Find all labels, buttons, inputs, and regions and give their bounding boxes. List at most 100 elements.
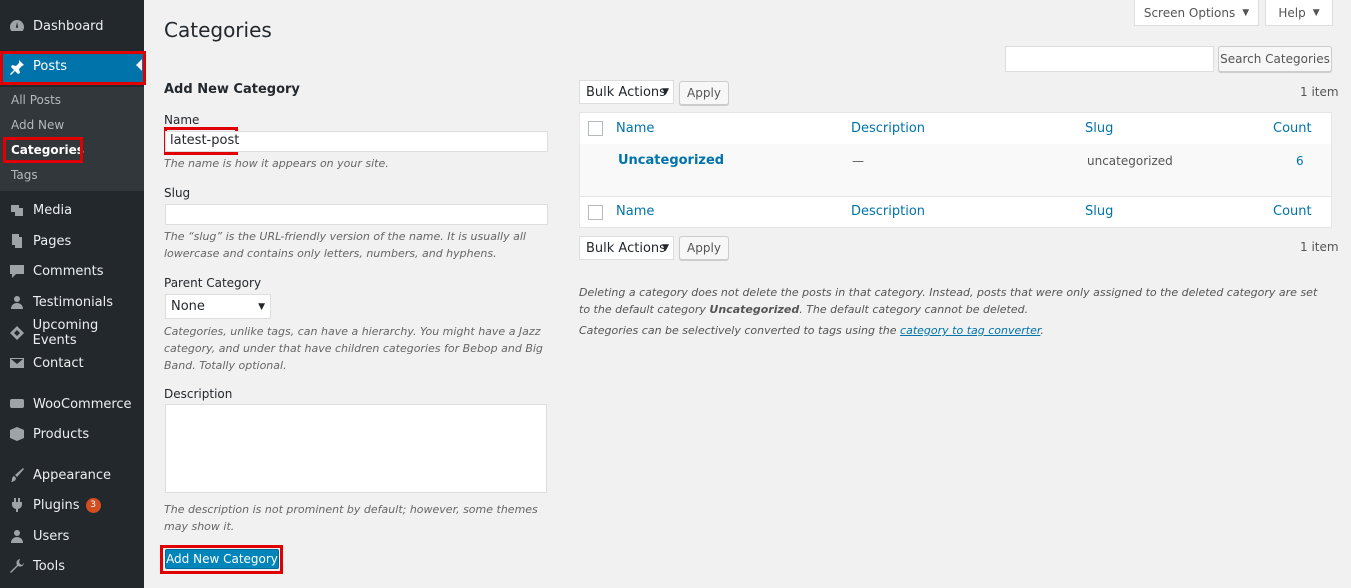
sidebar-item-label: Tools: [33, 558, 66, 574]
description-textarea[interactable]: [165, 404, 547, 493]
add-new-category-button[interactable]: Add New Category: [165, 549, 279, 569]
plugins-update-badge: 3: [85, 497, 101, 513]
sidebar-item-dashboard[interactable]: Dashboard: [0, 11, 144, 41]
sidebar-item-upcoming-events[interactable]: Upcoming Events: [0, 318, 144, 348]
apply-button-top[interactable]: Apply: [679, 81, 729, 105]
sidebar-item-tools[interactable]: Tools: [0, 551, 144, 581]
convert-note: Categories can be selectively converted …: [579, 322, 1339, 339]
row-description: —: [852, 154, 864, 168]
caret-down-icon: ▼: [1242, 7, 1250, 18]
user-icon: [8, 293, 26, 311]
table-row: [579, 144, 1332, 196]
sidebar-item-label: Posts: [33, 59, 67, 74]
select-all-checkbox[interactable]: [588, 121, 603, 136]
name-field-value: latest-post: [170, 133, 240, 148]
delete-note: Deleting a category does not delete the …: [579, 284, 1331, 318]
screen-options-button[interactable]: Screen Options ▼: [1134, 0, 1259, 26]
slug-field[interactable]: [165, 204, 548, 225]
woo-icon: [8, 395, 26, 413]
current-menu-arrow: [136, 59, 142, 71]
parent-help: Categories, unlike tags, can have a hier…: [164, 325, 543, 372]
submenu-add-new[interactable]: Add New: [11, 118, 64, 132]
submenu-all-posts[interactable]: All Posts: [11, 93, 61, 107]
name-label: Name: [164, 113, 200, 127]
bulk-actions-value: Bulk Actions: [586, 240, 666, 256]
sidebar-item-comments[interactable]: Comments: [0, 256, 144, 286]
column-name[interactable]: Name: [616, 121, 654, 136]
sidebar-item-testimonials[interactable]: Testimonials: [0, 287, 144, 317]
sidebar-item-label: Upcoming Events: [32, 318, 99, 348]
delete-note-end: . The default category cannot be deleted…: [799, 303, 1029, 316]
description-label: Description: [164, 387, 233, 401]
wrench-icon: [8, 557, 26, 575]
sidebar-item-label: Comments: [33, 263, 104, 279]
sidebar-item-label: Dashboard: [33, 18, 104, 34]
sidebar-item-plugins[interactable]: Plugins 3: [0, 490, 144, 520]
box-icon: [8, 425, 26, 443]
comments-icon: [8, 262, 26, 280]
parent-category-select[interactable]: None ▼: [165, 294, 271, 319]
bulk-actions-select-bottom[interactable]: Bulk Actions ▼: [579, 236, 674, 260]
submenu-categories[interactable]: Categories: [11, 143, 84, 157]
select-all-checkbox-footer[interactable]: [588, 205, 603, 220]
column-slug-footer[interactable]: Slug: [1085, 204, 1113, 219]
item-count-top: 1 item: [1300, 85, 1339, 99]
column-count-footer[interactable]: Count: [1273, 204, 1312, 219]
delete-note-bold: Uncategorized: [709, 303, 800, 316]
sidebar-item-woocommerce[interactable]: WooCommerce: [0, 389, 144, 419]
brush-icon: [8, 466, 26, 484]
bulk-actions-select-top[interactable]: Bulk Actions ▼: [579, 80, 674, 104]
column-name-footer[interactable]: Name: [616, 204, 654, 219]
row-slug: uncategorized: [1087, 154, 1173, 168]
sidebar-item-users[interactable]: Users: [0, 521, 144, 551]
table-footer: [579, 196, 1332, 228]
tag-icon: [8, 324, 26, 342]
sidebar-item-pages[interactable]: Pages: [0, 226, 144, 256]
sidebar-item-appearance[interactable]: Appearance: [0, 460, 144, 490]
sidebar-item-label: Contact: [33, 355, 84, 371]
search-input[interactable]: [1005, 46, 1214, 72]
sidebar-item-media[interactable]: Media: [0, 195, 144, 225]
pages-icon: [8, 232, 26, 250]
row-count-link[interactable]: 6: [1296, 154, 1304, 168]
name-help: The name is how it appears on your site.: [164, 157, 389, 170]
caret-down-icon: ▼: [1312, 7, 1320, 18]
column-description[interactable]: Description: [851, 121, 925, 136]
submenu-tags[interactable]: Tags: [11, 168, 38, 182]
parent-label: Parent Category: [164, 276, 262, 290]
apply-button-bottom[interactable]: Apply: [679, 236, 729, 260]
caret-down-icon: ▼: [662, 243, 669, 253]
column-count[interactable]: Count: [1273, 121, 1312, 136]
form-title: Add New Category: [164, 82, 300, 97]
convert-note-text: Categories can be selectively converted …: [579, 324, 901, 337]
column-description-footer[interactable]: Description: [851, 204, 925, 219]
search-categories-button[interactable]: Search Categories: [1218, 46, 1332, 72]
help-button[interactable]: Help ▼: [1265, 0, 1333, 26]
parent-select-value: None: [171, 299, 205, 314]
sidebar-item-label: Users: [33, 528, 70, 544]
pin-icon: [8, 58, 26, 76]
slug-label: Slug: [164, 186, 191, 200]
column-slug[interactable]: Slug: [1085, 121, 1113, 136]
category-converter-link[interactable]: category to tag converter: [900, 324, 1040, 337]
sidebar-item-contact[interactable]: Contact: [0, 348, 144, 378]
page-title: Categories: [164, 18, 272, 42]
caret-down-icon: ▼: [662, 87, 669, 97]
row-name-link[interactable]: Uncategorized: [618, 153, 724, 168]
sidebar-item-products[interactable]: Products: [0, 419, 144, 449]
sidebar-item-label: Plugins: [33, 497, 80, 513]
posts-submenu: All Posts Add New Categories Tags: [0, 87, 144, 191]
item-count-bottom: 1 item: [1300, 240, 1339, 254]
admin-sidebar: Dashboard Posts All Posts Add New Catego…: [0, 0, 144, 588]
sidebar-item-label: Products: [33, 426, 90, 442]
sidebar-item-posts[interactable]: Posts: [0, 51, 144, 82]
help-label: Help: [1278, 5, 1306, 20]
screen-options-label: Screen Options: [1143, 5, 1236, 20]
sidebar-item-label: WooCommerce: [33, 396, 132, 412]
sidebar-item-label: Appearance: [33, 467, 112, 483]
plug-icon: [8, 496, 26, 514]
convert-note-end: .: [1040, 324, 1044, 337]
description-help: The description is not prominent by defa…: [164, 503, 538, 533]
caret-down-icon: ▼: [258, 301, 265, 312]
sidebar-item-label: Pages: [33, 233, 72, 249]
